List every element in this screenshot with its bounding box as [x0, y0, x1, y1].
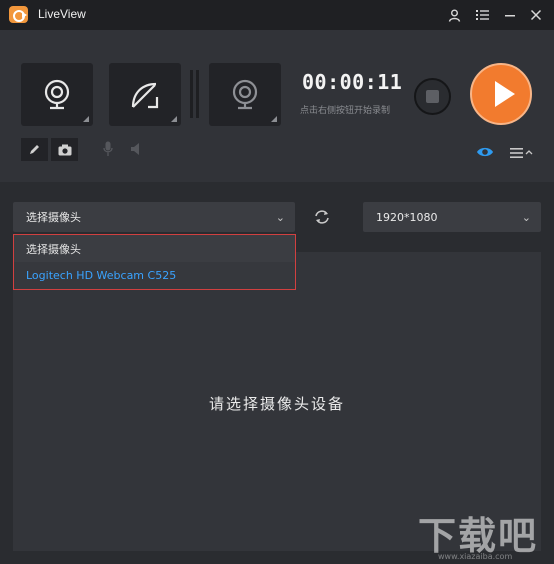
webcam-icon	[44, 79, 70, 109]
webcam-icon	[232, 79, 258, 109]
settings-menu-icon[interactable]	[509, 146, 535, 159]
microphone-icon[interactable]	[100, 140, 116, 158]
start-record-button[interactable]	[470, 63, 532, 125]
list-menu-icon[interactable]	[472, 5, 492, 25]
close-icon[interactable]	[526, 5, 546, 25]
resolution-select[interactable]: 1920*1080 ⌄	[363, 202, 541, 232]
dropdown-option[interactable]: Logitech HD Webcam C525	[14, 262, 295, 289]
snapshot-button[interactable]	[51, 138, 78, 161]
chevron-down-icon: ⌄	[521, 211, 531, 224]
camera-dropdown-list: 选择摄像头 Logitech HD Webcam C525	[13, 234, 296, 290]
speaker-icon[interactable]	[128, 141, 144, 157]
record-hint-text: 点击右侧按钮开始录制	[300, 106, 391, 116]
control-panel: 00:00:11 点击右侧按钮开始录制	[0, 30, 554, 182]
eye-preview-icon[interactable]	[475, 145, 495, 159]
pencil-icon	[30, 145, 39, 154]
camera-icon	[58, 144, 71, 155]
refresh-icon[interactable]	[311, 206, 333, 228]
webcam-source-button[interactable]	[21, 63, 93, 126]
chevron-down-icon: ⌄	[275, 211, 285, 224]
preview-placeholder-text: 请选择摄像头设备	[208, 395, 345, 413]
secondary-webcam-button[interactable]	[209, 63, 281, 126]
app-logo-icon	[9, 6, 28, 23]
watermark-url: www.xiazaiba.com	[438, 552, 513, 561]
edit-button[interactable]	[21, 138, 48, 161]
screen-capture-button[interactable]	[109, 63, 181, 126]
resolution-select-value: 1920*1080	[376, 210, 438, 224]
app-title: LiveView	[38, 7, 86, 21]
camera-select[interactable]: 选择摄像头 ⌄	[13, 202, 295, 232]
recording-timer: 00:00:11	[302, 70, 403, 94]
panel-divider	[190, 70, 193, 118]
dropdown-option[interactable]: 选择摄像头	[14, 235, 295, 262]
panel-divider	[196, 70, 199, 118]
minimize-icon[interactable]	[500, 5, 520, 25]
title-bar: LiveView	[0, 0, 554, 30]
user-icon[interactable]	[444, 5, 464, 25]
camera-select-value: 选择摄像头	[26, 211, 81, 224]
stop-button[interactable]	[414, 78, 451, 115]
capture-region-icon	[131, 82, 159, 108]
